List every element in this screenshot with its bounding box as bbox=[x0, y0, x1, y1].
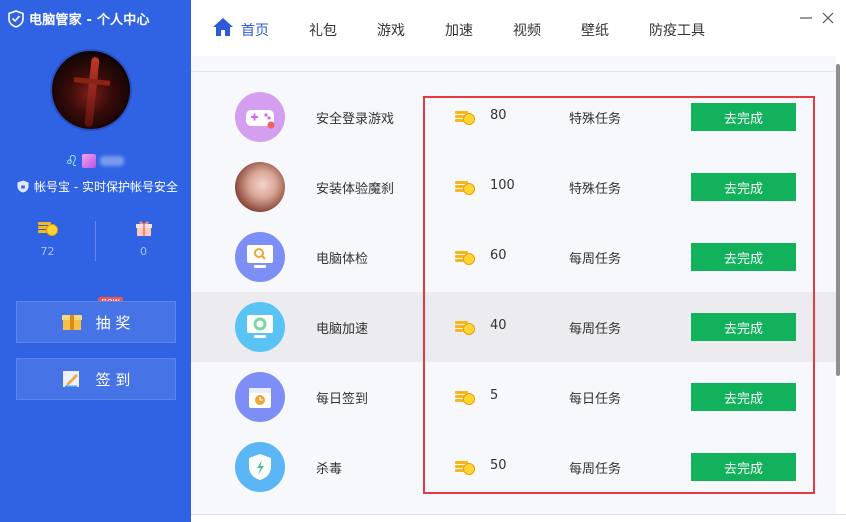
tab-epidemic-tools[interactable]: 防疫工具 bbox=[649, 20, 705, 40]
complete-task-button[interactable]: 去完成 bbox=[691, 313, 796, 341]
complete-task-button[interactable]: 去完成 bbox=[691, 453, 796, 481]
coins-count: 72 bbox=[40, 245, 55, 258]
tab-gifts[interactable]: 礼包 bbox=[309, 20, 337, 40]
tab-speedup[interactable]: 加速 bbox=[445, 20, 473, 40]
zodiac-icon: ♌ bbox=[65, 152, 79, 170]
avatar[interactable] bbox=[50, 49, 132, 131]
complete-task-button[interactable]: 去完成 bbox=[691, 243, 796, 271]
calendar-icon bbox=[235, 372, 285, 422]
lottery-box-icon bbox=[61, 315, 82, 330]
pc-checkup-icon bbox=[235, 232, 285, 282]
task-list: 安全登录游戏 80 特殊任务 去完成 安装体验魔刹 100 特殊任务 去完成 电… bbox=[191, 56, 836, 514]
scrolled-row-remnant bbox=[191, 56, 836, 72]
task-row: 电脑加速 40 每周任务 去完成 bbox=[191, 292, 836, 362]
task-name: 杀毒 bbox=[316, 462, 343, 477]
task-name: 电脑体检 bbox=[316, 252, 369, 267]
level-cube-icon bbox=[82, 154, 97, 168]
app-titlebar: 电脑管家 - 个人中心 bbox=[8, 9, 150, 28]
coin-icon bbox=[455, 181, 475, 195]
task-type: 每日任务 bbox=[569, 392, 622, 407]
app-title: 电脑管家 - 个人中心 bbox=[29, 13, 150, 28]
coin-icon bbox=[455, 111, 475, 125]
task-name: 安装体验魔刹 bbox=[316, 182, 395, 197]
app-logo-icon bbox=[8, 9, 24, 28]
coin-icon bbox=[455, 251, 475, 265]
task-points: 60 bbox=[490, 248, 507, 263]
account-shield-icon bbox=[17, 180, 29, 193]
task-name: 电脑加速 bbox=[316, 322, 369, 337]
close-icon[interactable] bbox=[821, 11, 835, 25]
task-type: 特殊任务 bbox=[569, 182, 622, 197]
coins-stat[interactable]: 72 bbox=[0, 220, 95, 258]
coin-icon bbox=[455, 321, 475, 335]
task-points: 80 bbox=[490, 108, 507, 123]
antivirus-shield-icon bbox=[235, 442, 285, 492]
gamepad-icon bbox=[235, 92, 285, 142]
gifts-count: 0 bbox=[140, 245, 147, 258]
tab-games[interactable]: 游戏 bbox=[377, 20, 405, 40]
pc-speedup-icon bbox=[235, 302, 285, 352]
task-row: 安全登录游戏 80 特殊任务 去完成 bbox=[191, 82, 836, 152]
tab-wallpaper[interactable]: 壁纸 bbox=[581, 20, 609, 40]
task-row: 安装体验魔刹 100 特殊任务 去完成 bbox=[191, 152, 836, 222]
avatar-sword-art bbox=[84, 56, 100, 128]
task-points: 40 bbox=[490, 318, 507, 333]
home-icon[interactable] bbox=[212, 17, 234, 37]
gifts-stat[interactable]: 0 bbox=[96, 220, 191, 258]
lottery-button[interactable]: 抽 奖 bbox=[16, 301, 176, 343]
complete-task-button[interactable]: 去完成 bbox=[691, 173, 796, 201]
bottom-divider bbox=[191, 514, 846, 515]
task-points: 100 bbox=[490, 178, 515, 193]
task-points: 5 bbox=[490, 388, 499, 403]
task-type: 每周任务 bbox=[569, 322, 622, 337]
task-type: 每周任务 bbox=[569, 252, 622, 267]
checkin-label: 签 到 bbox=[95, 370, 131, 389]
task-name: 安全登录游戏 bbox=[316, 112, 395, 127]
complete-task-button[interactable]: 去完成 bbox=[691, 103, 796, 131]
vertical-scrollbar[interactable] bbox=[836, 64, 840, 376]
blurred-nickname bbox=[100, 156, 125, 166]
user-badges: ♌ bbox=[65, 152, 125, 170]
task-type: 特殊任务 bbox=[569, 112, 622, 127]
game-character-icon bbox=[235, 162, 285, 212]
coin-icon bbox=[455, 391, 475, 405]
task-row: 电脑体检 60 每周任务 去完成 bbox=[191, 222, 836, 292]
checkin-pencil-icon bbox=[62, 371, 79, 387]
minimize-icon[interactable] bbox=[799, 11, 813, 25]
task-row: 杀毒 50 每周任务 去完成 bbox=[191, 432, 836, 502]
lottery-label: 抽 奖 bbox=[95, 313, 131, 332]
task-row: 每日签到 5 每日任务 去完成 bbox=[191, 362, 836, 432]
complete-task-button[interactable]: 去完成 bbox=[691, 383, 796, 411]
tab-home[interactable]: 首页 bbox=[241, 20, 269, 40]
account-guard-link[interactable]: 帐号宝 - 实时保护帐号安全 bbox=[17, 178, 178, 195]
checkin-button[interactable]: 签 到 bbox=[16, 358, 176, 400]
task-points: 50 bbox=[490, 458, 507, 473]
gift-icon bbox=[135, 221, 152, 236]
main-panel: 首页 礼包 游戏 加速 视频 壁纸 防疫工具 安全登录游戏 80 特殊任务 去完… bbox=[191, 0, 846, 522]
tab-video[interactable]: 视频 bbox=[513, 20, 541, 40]
coin-icon bbox=[455, 461, 475, 475]
task-name: 每日签到 bbox=[316, 392, 369, 407]
coin-stack-icon bbox=[37, 222, 58, 236]
task-type: 每周任务 bbox=[569, 462, 622, 477]
top-nav: 首页 礼包 游戏 加速 视频 壁纸 防疫工具 bbox=[191, 0, 846, 56]
account-guard-text: 帐号宝 - 实时保护帐号安全 bbox=[34, 180, 178, 194]
stats-divider bbox=[95, 221, 96, 261]
sidebar: 电脑管家 - 个人中心 ♌ 帐号宝 - 实时保护帐号安全 72 0 抽 奖 签 … bbox=[0, 0, 191, 522]
